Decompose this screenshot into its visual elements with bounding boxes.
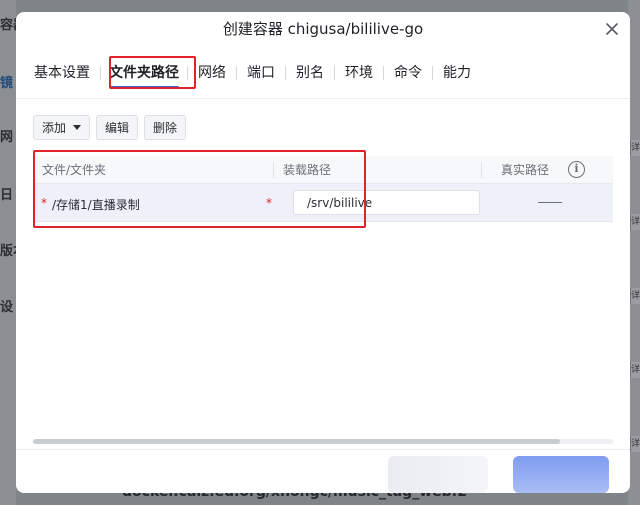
add-button[interactable]: 添加 [33, 115, 91, 140]
horizontal-scrollbar[interactable] [33, 439, 613, 444]
bg-detail-chip: 详 [630, 362, 640, 378]
tab-folder-path[interactable]: 文件夹路径 [101, 62, 187, 88]
delete-button[interactable]: 删除 [144, 115, 187, 140]
column-header-mount-path: 装载路径 [283, 163, 332, 177]
active-tab-underline [109, 86, 179, 88]
bg-detail-chip: 详 [630, 140, 640, 156]
bg-detail-chip: 详 [630, 436, 640, 452]
volume-table: 文件/文件夹 装载路径 真实路径 i * /存储1/直播录制 * [33, 156, 613, 222]
tab-capabilities[interactable]: 能力 [433, 62, 481, 84]
bg-sidebar-item: 日 [0, 188, 14, 203]
edit-button[interactable]: 编辑 [96, 115, 139, 140]
create-container-dialog: 创建容器 chigusa/bililive-go 基本设置 文件夹路径 网络 端… [16, 12, 630, 493]
caret-down-icon [73, 125, 82, 130]
tab-basic-settings[interactable]: 基本设置 [34, 62, 100, 84]
header-divider [16, 98, 630, 99]
bg-sidebar-item: 容器 [0, 18, 16, 33]
info-icon[interactable]: i [568, 161, 585, 178]
required-mark: * [41, 196, 47, 210]
column-header-real-path: 真实路径 [501, 163, 550, 177]
cancel-button[interactable] [388, 456, 488, 493]
bg-sidebar-item: 镜 [0, 76, 14, 91]
file-path-cell: /存储1/直播录制 [52, 198, 140, 212]
real-path-empty-dash [538, 202, 562, 203]
bg-sidebar-item: 设 [0, 300, 14, 315]
table-header: 文件/文件夹 装载路径 真实路径 i [33, 156, 613, 184]
column-header-file: 文件/文件夹 [42, 163, 107, 177]
column-separator [273, 162, 274, 178]
confirm-button[interactable] [513, 456, 609, 493]
background-sidebar: 容器 镜 网 日 版本 设 [0, 0, 16, 505]
add-button-label: 添加 [42, 121, 67, 135]
scrollbar-thumb[interactable] [33, 439, 560, 444]
bg-sidebar-item: 网 [0, 130, 14, 145]
required-mark: * [266, 196, 272, 210]
tab-bar: 基本设置 文件夹路径 网络 端口 别名 环境 命令 能力 [34, 60, 481, 88]
tab-alias[interactable]: 别名 [286, 62, 334, 84]
close-icon[interactable] [605, 22, 619, 36]
tab-network[interactable]: 网络 [188, 62, 236, 84]
mount-path-input[interactable] [293, 190, 480, 215]
tab-environment[interactable]: 环境 [335, 62, 383, 84]
tab-label: 文件夹路径 [109, 65, 179, 81]
bg-detail-chip: 详 [630, 288, 640, 304]
bg-sidebar-item: 版本 [0, 244, 16, 259]
column-separator [481, 162, 482, 178]
tab-port[interactable]: 端口 [237, 62, 285, 84]
footer-divider [16, 449, 630, 450]
dialog-title: 创建容器 chigusa/bililive-go [222, 20, 424, 38]
table-row[interactable]: * /存储1/直播录制 * [33, 184, 613, 222]
volume-toolbar: 添加 编辑 删除 [33, 115, 187, 140]
bg-detail-chip: 详 [630, 214, 640, 230]
tab-command[interactable]: 命令 [384, 62, 432, 84]
